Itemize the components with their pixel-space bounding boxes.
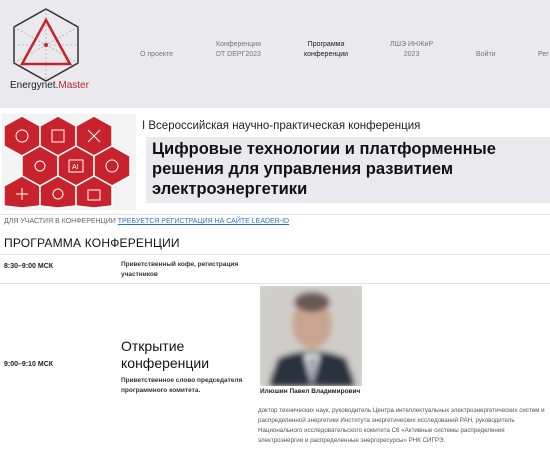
logo-wordmark-main: Energynet. — [10, 80, 59, 91]
program-heading: ПРОГРАММА КОНФЕРЕНЦИИ — [4, 236, 180, 250]
nav-register[interactable]: Рег — [538, 50, 549, 60]
conference-emblem: AI — [2, 114, 136, 210]
event-time: 9:00–9:10 МСК — [4, 361, 54, 368]
speaker-photo — [260, 286, 362, 386]
conference-title: Цифровые технологии и платформенные реше… — [152, 140, 496, 198]
logo-wordmark[interactable]: Energynet.Master — [10, 80, 89, 91]
speaker-portrait-icon — [260, 286, 362, 386]
nav-lshe[interactable]: ЛШЭ ИНЖиР 2023 — [390, 40, 433, 60]
logo-mark-icon — [13, 8, 79, 82]
nav-about[interactable]: О проекте — [140, 50, 173, 60]
event-time: 8:30–9:00 МСК — [4, 263, 54, 270]
hexagon-cluster-icon: AI — [3, 115, 131, 209]
svg-text:AI: AI — [72, 164, 79, 171]
divider — [0, 283, 550, 284]
speaker-name: Илюшин Павел Владимирович — [260, 388, 361, 395]
divider — [0, 254, 550, 255]
event-title: Открытие конференции — [121, 338, 210, 371]
registration-notice: ДЛЯ УЧАСТИЯ В КОНФЕРЕНЦИИ ТРЕБУЕТСЯ РЕГИ… — [4, 218, 289, 225]
logo-wordmark-accent: Master — [58, 80, 89, 91]
event-description: Приветственное слово председателя програ… — [121, 377, 243, 394]
conference-subtitle: I Всероссийская научно-практическая конф… — [142, 120, 421, 132]
registration-prefix: ДЛЯ УЧАСТИЯ В КОНФЕРЕНЦИИ — [4, 218, 118, 225]
event-description: Приветственный кофе, регистрация участни… — [121, 261, 239, 278]
nav-login[interactable]: Войти — [476, 50, 496, 60]
nav-conference[interactable]: Конференция DT DEPГ2023 — [216, 40, 261, 60]
divider — [0, 214, 550, 215]
registration-link[interactable]: ТРЕБУЕТСЯ РЕГИСТРАЦИЯ НА САЙТЕ LEADER-ID — [118, 218, 289, 225]
speaker-bio: доктор технических наук, руководитель Це… — [258, 407, 545, 444]
nav-program[interactable]: Программа конференции — [304, 40, 348, 60]
site-header: Energynet.Master О проекте Конференция D… — [0, 0, 550, 108]
